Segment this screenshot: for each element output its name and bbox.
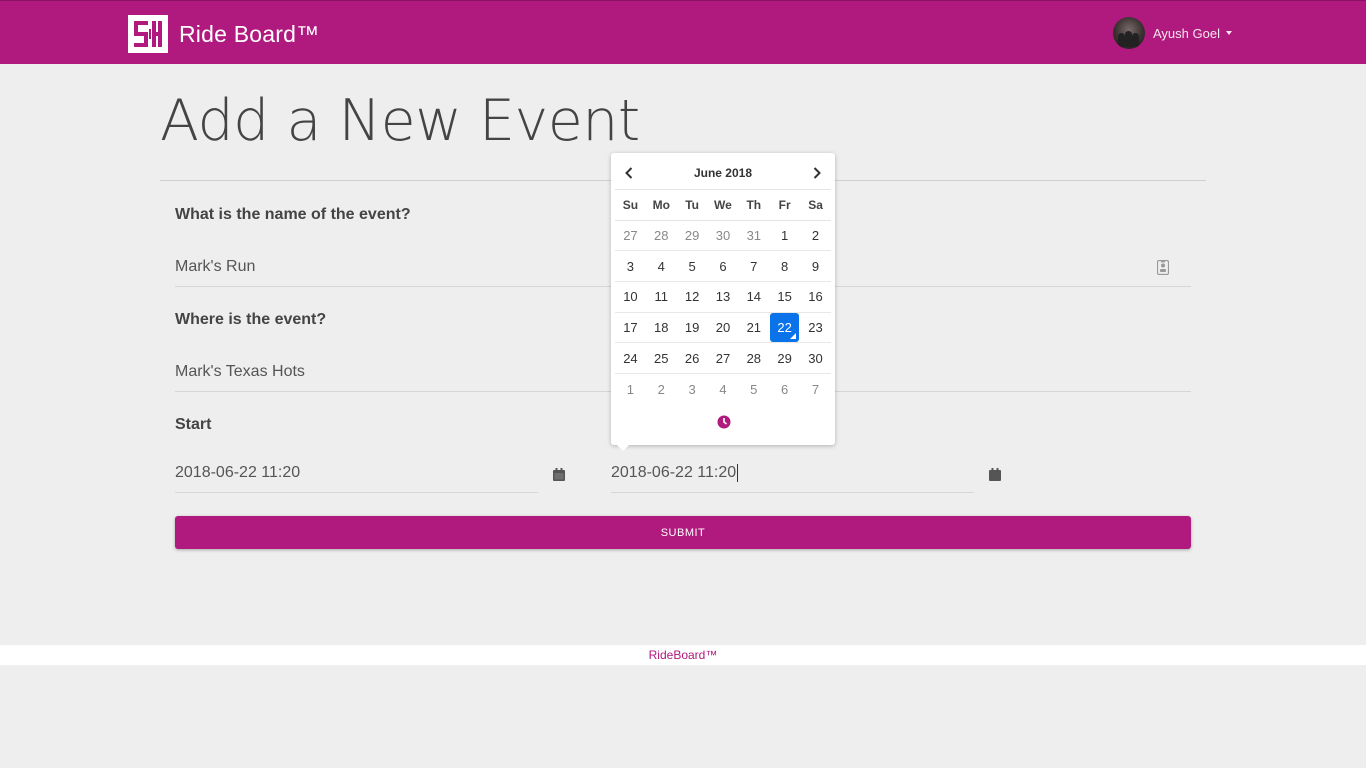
calendar-day-selected[interactable]: 22 [769,312,801,344]
calendar-week: 10 11 12 13 14 15 16 [615,281,831,313]
event-location-value: Mark's Texas Hots [175,362,305,380]
datepicker-month-label[interactable]: June 2018 [694,166,752,180]
calendar-day[interactable]: 6 [769,373,800,404]
contact-card-icon[interactable] [1155,259,1171,275]
start-label: Start [175,416,212,433]
event-location-label: Where is the event? [175,311,327,328]
calendar-day[interactable]: 30 [707,220,739,252]
calendar-day[interactable]: 19 [676,312,708,344]
calendar-day[interactable]: 3 [615,250,646,282]
calendar-week: 17 18 19 20 21 22 23 [615,312,831,344]
calendar-day[interactable]: 23 [800,312,831,344]
calendar-day[interactable]: 5 [738,373,769,404]
user-menu[interactable]: Ayush Goel [1113,17,1232,49]
chevron-left-icon[interactable] [615,159,643,187]
calendar-day[interactable]: 29 [769,342,801,374]
brand-name: Ride Board™ [179,20,320,47]
calendar-day[interactable]: 7 [738,250,770,282]
calendar-day[interactable]: 5 [676,250,708,282]
calendar-day[interactable]: 31 [738,220,770,252]
calendar-day[interactable]: 11 [645,281,677,313]
calendar-icon[interactable] [987,466,1003,482]
brand-link[interactable]: Ride Board™ [128,15,319,53]
calendar-days: 27 28 29 30 31 1 2 3 4 5 6 7 8 9 10 11 12 13 14 15 16 17 18 19 2… [615,220,831,404]
calendar-day[interactable]: 26 [676,342,708,374]
calendar-day[interactable]: 30 [800,342,831,374]
weekday-header: Tu [676,190,708,221]
weekday-header: Sa [800,190,831,221]
calendar-day[interactable]: 4 [645,250,677,282]
start-datetime-value: 2018-06-22 11:20 [175,463,301,481]
start-datetime-input[interactable]: 2018-06-22 11:20 [175,453,538,493]
end-datetime-value: 2018-06-22 11:20 [611,463,737,481]
calendar-day[interactable]: 27 [615,220,646,252]
calendar-day[interactable]: 1 [769,220,801,252]
datepicker-popup: June 2018 Su Mo Tu We Th Fr Sa 27 28 29 30 31 1 2 3 4 5… [611,153,835,445]
calendar-day[interactable]: 16 [800,281,831,313]
calendar-day[interactable]: 12 [676,281,708,313]
calendar-day[interactable]: 2 [800,220,831,252]
footer-text: RideBoard™ [648,648,718,662]
weekday-header: Th [738,190,770,221]
clock-icon[interactable] [717,415,731,429]
calendar-day[interactable]: 14 [738,281,770,313]
calendar-day[interactable]: 13 [707,281,739,313]
calendar-day[interactable]: 21 [738,312,770,344]
calendar-icon[interactable] [551,466,567,482]
calendar-day[interactable]: 10 [615,281,646,313]
calendar-day[interactable]: 24 [615,342,646,374]
chevron-right-icon[interactable] [803,159,831,187]
event-name-label: What is the name of the event? [175,206,411,223]
datepicker-arrow [616,444,630,451]
calendar-day[interactable]: 3 [677,373,708,404]
calendar-day[interactable]: 28 [645,220,677,252]
calendar-day[interactable]: 2 [646,373,677,404]
calendar-day[interactable]: 1 [615,373,646,404]
weekday-header: Fr [769,190,801,221]
event-name-value: Mark's Run [175,257,256,275]
calendar-day[interactable]: 7 [800,373,831,404]
calendar-week: 24 25 26 27 28 29 30 [615,342,831,374]
calendar-day[interactable]: 27 [707,342,739,374]
brand-logo-icon [128,15,168,53]
calendar-week: 27 28 29 30 31 1 2 [615,220,831,252]
end-datetime-input[interactable]: 2018-06-22 11:20 [611,453,974,493]
text-cursor [737,463,739,482]
calendar-day[interactable]: 20 [707,312,739,344]
weekday-header: We [707,190,739,221]
calendar-day[interactable]: 28 [738,342,770,374]
calendar-day[interactable]: 6 [707,250,739,282]
datepicker-header: June 2018 [615,157,831,190]
calendar-day[interactable]: 15 [769,281,801,313]
calendar-day[interactable]: 18 [645,312,677,344]
weekday-header: Mo [645,190,677,221]
calendar-day[interactable]: 9 [800,250,831,282]
avatar [1113,17,1145,49]
navbar: Ride Board™ Ayush Goel [0,0,1366,64]
user-name: Ayush Goel [1153,25,1220,41]
calendar-week: 3456789 [615,250,831,282]
footer: RideBoard™ [0,645,1366,665]
weekday-header: Su [615,190,646,221]
caret-down-icon [1225,31,1232,35]
calendar-day[interactable]: 29 [676,220,708,252]
calendar-day[interactable]: 4 [708,373,739,404]
calendar-week: 1234567 [615,373,831,404]
datepicker-calendar: Su Mo Tu We Th Fr Sa 27 28 29 30 31 1 2 3 4 5 6 7 8 9 10 11 12… [615,190,831,404]
submit-button[interactable]: Submit [175,516,1191,549]
weekday-row: Su Mo Tu We Th Fr Sa [615,190,831,221]
selected-day-label: 22 [770,312,800,342]
page-title: Add a New Event [160,88,640,154]
calendar-day[interactable]: 17 [615,312,646,344]
calendar-day[interactable]: 8 [769,250,801,282]
calendar-day[interactable]: 25 [645,342,677,374]
